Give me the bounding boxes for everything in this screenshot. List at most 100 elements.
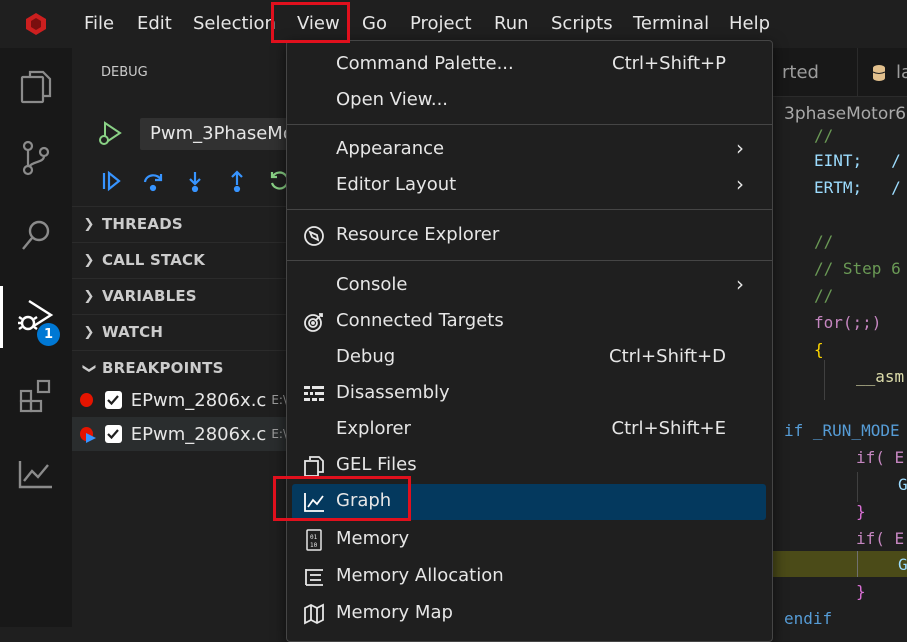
menu-item-console[interactable]: Console › bbox=[292, 268, 766, 302]
menu-item-label: Open View... bbox=[336, 89, 449, 110]
code-line: if( E bbox=[856, 529, 905, 548]
chevron-right-icon: ❯ bbox=[83, 252, 95, 268]
menu-item-debug[interactable]: Debug Ctrl+Shift+D bbox=[292, 340, 766, 374]
current-line-highlight bbox=[772, 551, 907, 577]
section-watch[interactable]: ❯ WATCH bbox=[72, 314, 287, 349]
tab-la[interactable]: la bbox=[896, 62, 907, 83]
chevron-down-icon: ❯ bbox=[81, 362, 97, 374]
menu-item-open-view[interactable]: Open View... bbox=[292, 83, 766, 117]
breakpoint-file: EPwm_2806x.c bbox=[130, 423, 267, 445]
code-line: G bbox=[898, 555, 907, 574]
menu-run[interactable]: Run bbox=[494, 13, 529, 34]
code-line: // bbox=[814, 232, 834, 251]
menu-separator bbox=[287, 260, 772, 261]
code-line: __asm bbox=[856, 367, 905, 386]
tab-divider bbox=[857, 48, 858, 96]
menu-project[interactable]: Project bbox=[410, 13, 472, 34]
svg-text:10: 10 bbox=[310, 542, 318, 549]
breakpoint-checkbox[interactable] bbox=[105, 425, 122, 443]
code-line: // bbox=[814, 126, 834, 145]
menu-item-label: Explorer bbox=[336, 418, 411, 439]
start-debug-icon[interactable] bbox=[97, 120, 123, 152]
menu-item-label: Disassembly bbox=[336, 382, 450, 403]
menu-item-memory[interactable]: 01 10 Memory bbox=[292, 522, 766, 556]
menu-item-explorer[interactable]: Explorer Ctrl+Shift+E bbox=[292, 412, 766, 446]
menu-terminal[interactable]: Terminal bbox=[633, 13, 709, 34]
code-line: } bbox=[856, 582, 866, 601]
menu-item-editor-layout[interactable]: Editor Layout › bbox=[292, 168, 766, 202]
view-menu-dropdown: Command Palette... Ctrl+Shift+P Open Vie… bbox=[286, 40, 773, 642]
menu-separator bbox=[287, 124, 772, 125]
code-line: endif bbox=[784, 609, 833, 627]
code-line: if _RUN_MODE bbox=[784, 421, 900, 440]
menu-item-label: Appearance bbox=[336, 138, 445, 159]
menu-item-connected-targets[interactable]: Connected Targets bbox=[292, 304, 766, 338]
memory-allocation-icon bbox=[303, 566, 325, 588]
menu-item-memory-map[interactable]: Memory Map bbox=[292, 596, 766, 630]
explorer-icon[interactable] bbox=[0, 56, 72, 116]
code-line: EINT; / bbox=[814, 151, 901, 170]
svg-text:01: 01 bbox=[310, 534, 318, 541]
menu-scripts[interactable]: Scripts bbox=[551, 13, 613, 34]
breakpoint-item[interactable]: EPwm_2806x.c E:\ bbox=[72, 417, 287, 451]
submenu-chevron-icon: › bbox=[736, 136, 744, 160]
map-icon bbox=[303, 603, 325, 625]
menu-item-resource-explorer[interactable]: Resource Explorer bbox=[292, 218, 766, 252]
view-menu-highlight-box bbox=[271, 2, 350, 43]
menu-file[interactable]: File bbox=[84, 13, 114, 34]
menu-separator bbox=[287, 209, 772, 210]
graph-icon[interactable] bbox=[0, 444, 72, 504]
indent-guide bbox=[824, 360, 825, 400]
indent-guide bbox=[857, 551, 858, 577]
menu-item-shortcut: Ctrl+Shift+E bbox=[611, 418, 726, 439]
section-watch-label: WATCH bbox=[102, 323, 164, 341]
section-variables-label: VARIABLES bbox=[102, 287, 197, 305]
source-control-icon[interactable] bbox=[0, 128, 72, 188]
extensions-icon[interactable] bbox=[0, 366, 72, 426]
submenu-chevron-icon: › bbox=[736, 272, 744, 296]
step-over-icon[interactable] bbox=[142, 170, 164, 196]
tab-rted[interactable]: rted bbox=[782, 62, 819, 83]
section-threads[interactable]: ❯ THREADS bbox=[72, 206, 287, 241]
code-line: { bbox=[814, 340, 824, 359]
step-out-icon[interactable] bbox=[226, 170, 248, 196]
debug-config-label: Pwm_3PhaseMo bbox=[150, 123, 287, 144]
continue-icon[interactable] bbox=[100, 170, 122, 196]
code-line: // Step 6 bbox=[814, 259, 901, 278]
search-icon[interactable] bbox=[0, 206, 72, 266]
breakpoint-dot-icon bbox=[80, 393, 94, 407]
section-variables[interactable]: ❯ VARIABLES bbox=[72, 278, 287, 313]
section-threads-label: THREADS bbox=[102, 215, 183, 233]
debug-badge: 1 bbox=[37, 323, 60, 346]
code-line: } bbox=[856, 502, 866, 521]
menu-item-memory-allocation[interactable]: Memory Allocation bbox=[292, 559, 766, 593]
debug-config-select[interactable]: Pwm_3PhaseMo bbox=[140, 118, 287, 150]
code-line: ERTM; / bbox=[814, 178, 901, 197]
menu-item-shortcut: Ctrl+Shift+P bbox=[612, 53, 726, 74]
breakpoint-file: EPwm_2806x.c bbox=[130, 389, 267, 411]
menu-item-appearance[interactable]: Appearance › bbox=[292, 132, 766, 166]
compass-icon bbox=[303, 225, 325, 247]
chevron-right-icon: ❯ bbox=[83, 216, 95, 232]
menu-item-label: Resource Explorer bbox=[336, 224, 500, 245]
submenu-chevron-icon: › bbox=[736, 172, 744, 196]
menu-edit[interactable]: Edit bbox=[137, 13, 172, 34]
breakpoint-checkbox[interactable] bbox=[105, 391, 122, 409]
menu-item-label: Memory bbox=[336, 528, 410, 549]
breadcrumb[interactable]: 3phaseMotor6 bbox=[784, 104, 906, 124]
files-icon bbox=[303, 455, 325, 477]
menu-item-label: Editor Layout bbox=[336, 174, 457, 195]
section-call-stack[interactable]: ❯ CALL STACK bbox=[72, 242, 287, 277]
breakpoint-item[interactable]: EPwm_2806x.c E:\ bbox=[72, 383, 287, 417]
menu-item-disassembly[interactable]: Disassembly bbox=[292, 376, 766, 410]
code-line: // bbox=[814, 286, 834, 305]
section-breakpoints[interactable]: ❯ BREAKPOINTS bbox=[72, 350, 287, 385]
debug-icon[interactable] bbox=[0, 286, 72, 346]
step-into-icon[interactable] bbox=[184, 170, 206, 196]
menu-selection[interactable]: Selection bbox=[193, 13, 276, 34]
menu-item-command-palette[interactable]: Command Palette... Ctrl+Shift+P bbox=[292, 47, 766, 81]
menu-help[interactable]: Help bbox=[729, 13, 770, 34]
menu-go[interactable]: Go bbox=[362, 13, 387, 34]
restart-icon[interactable] bbox=[268, 170, 287, 196]
menu-item-label: Memory Allocation bbox=[336, 565, 504, 586]
